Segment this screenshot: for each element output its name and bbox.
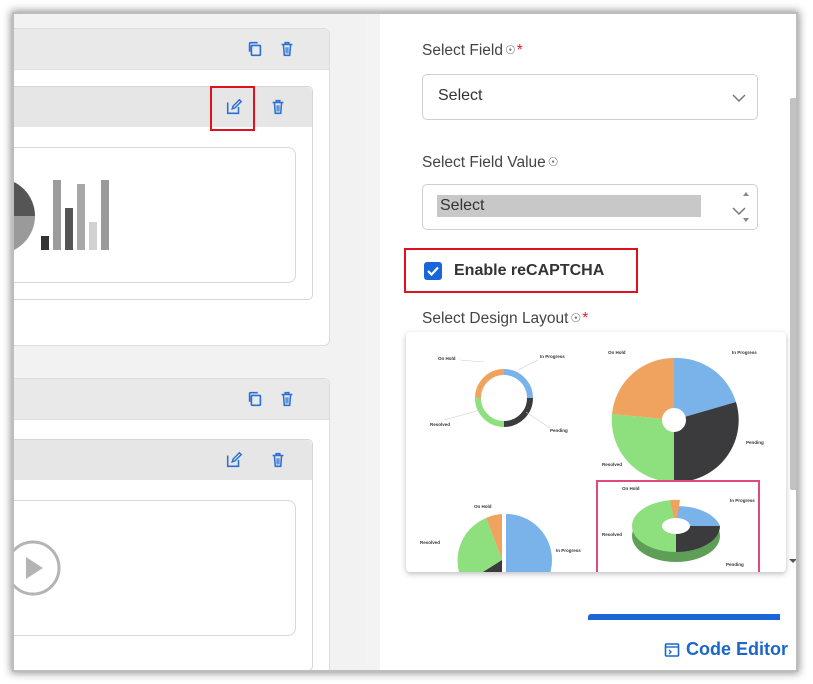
layout-label: In Progress (730, 498, 755, 503)
layout-label: In Progress (556, 548, 581, 553)
copy-icon[interactable] (245, 39, 265, 59)
donut-chart-thumbnail: On Hold In Progress Resolved Pending (430, 354, 568, 433)
pie-slice (14, 182, 35, 216)
pie-chart-thumbnail: On Hold Resolved In Progress (420, 504, 581, 572)
layout-option-donut[interactable]: On Hold In Progress Resolved Pending (414, 340, 584, 460)
trash-icon[interactable] (268, 450, 288, 470)
form-canvas (14, 14, 366, 670)
select-field-label: Select Field ☉* (422, 42, 523, 60)
layout-option-pie-with-hole[interactable]: On Hold In Progress Resolved Pending (602, 340, 772, 483)
trash-icon[interactable] (277, 39, 297, 59)
chart-thumbnail-image (14, 180, 109, 250)
layout-label: Pending (746, 440, 764, 445)
layout-label: Resolved (602, 532, 622, 537)
bar (89, 222, 97, 250)
help-icon[interactable]: ☉ (548, 155, 559, 169)
design-layout-label-text: Select Design Layout (422, 310, 569, 327)
pie-slice (14, 216, 35, 250)
layout-label: Pending (726, 562, 744, 567)
properties-panel: Select Field ☉* Select Select Field Value… (366, 14, 796, 670)
donut-3d-thumbnail: On Hold In Progress Resolved Pending (602, 486, 755, 567)
select-field-value-label: Select Field Value ☉ (422, 154, 559, 172)
bar (41, 236, 49, 250)
layout-label: On Hold (622, 486, 640, 491)
edit-icon[interactable] (224, 450, 244, 470)
video-preview (14, 500, 296, 636)
scroll-down-arrow-icon[interactable] (788, 557, 796, 565)
select-field-value: Select (438, 87, 483, 104)
bar (77, 184, 85, 250)
layout-label: On Hold (608, 350, 626, 355)
spinner-arrows-icon[interactable] (741, 189, 751, 225)
copy-icon[interactable] (245, 389, 265, 409)
select-field-value-option[interactable]: Select (440, 197, 484, 215)
screenshot-frame: Select Field ☉* Select Select Field Value… (14, 14, 796, 670)
trash-icon[interactable] (268, 97, 288, 117)
select-field-label-text: Select Field (422, 42, 503, 59)
help-icon[interactable]: ☉ (505, 43, 516, 57)
scrollbar-thumb[interactable] (790, 98, 796, 490)
chevron-down-icon (732, 94, 746, 103)
pie-chart-thumbnail: On Hold In Progress Resolved Pending (602, 350, 764, 483)
layout-label: Resolved (420, 540, 440, 545)
layout-label: On Hold (474, 504, 492, 509)
layout-label: In Progress (540, 354, 565, 359)
bar (53, 180, 61, 250)
help-icon[interactable]: ☉ (570, 311, 581, 325)
select-field-value-label-text: Select Field Value (422, 154, 546, 171)
recaptcha-label[interactable]: Enable reCAPTCHA (454, 262, 604, 280)
section-card-chart (14, 28, 330, 346)
layout-label: Resolved (430, 422, 450, 427)
chart-widget[interactable] (14, 86, 313, 300)
design-layout-label: Select Design Layout ☉* (422, 310, 588, 328)
bar (65, 208, 73, 250)
select-field-dropdown[interactable]: Select (422, 74, 758, 120)
section-card-video (14, 378, 330, 670)
trash-icon[interactable] (277, 389, 297, 409)
layout-label: On Hold (438, 356, 456, 361)
layout-option-pie[interactable]: On Hold Resolved In Progress (414, 492, 584, 572)
code-editor-icon (664, 642, 680, 657)
chart-preview (14, 147, 296, 283)
video-widget[interactable] (14, 439, 313, 670)
primary-button-partial[interactable] (588, 614, 780, 620)
layout-label: Resolved (602, 462, 622, 467)
design-layout-gallery: On Hold In Progress Resolved Pending On … (406, 332, 786, 572)
play-icon[interactable] (14, 501, 77, 635)
select-field-value-multiselect[interactable]: Select (422, 184, 758, 230)
code-editor-label: Code Editor (686, 639, 788, 659)
required-asterisk: * (582, 310, 589, 327)
bar (101, 180, 109, 250)
code-editor-link[interactable]: Code Editor (664, 639, 788, 660)
layout-label: Pending (550, 428, 568, 433)
edit-icon-highlight (210, 86, 255, 131)
layout-option-3d-donut[interactable]: On Hold In Progress Resolved Pending (596, 480, 760, 572)
layout-label: In Progress (732, 350, 757, 355)
properties-panel-content: Select Field ☉* Select Select Field Value… (380, 14, 796, 670)
required-asterisk: * (516, 42, 523, 59)
checkmark-icon (427, 266, 439, 277)
recaptcha-checkbox[interactable] (424, 262, 442, 280)
